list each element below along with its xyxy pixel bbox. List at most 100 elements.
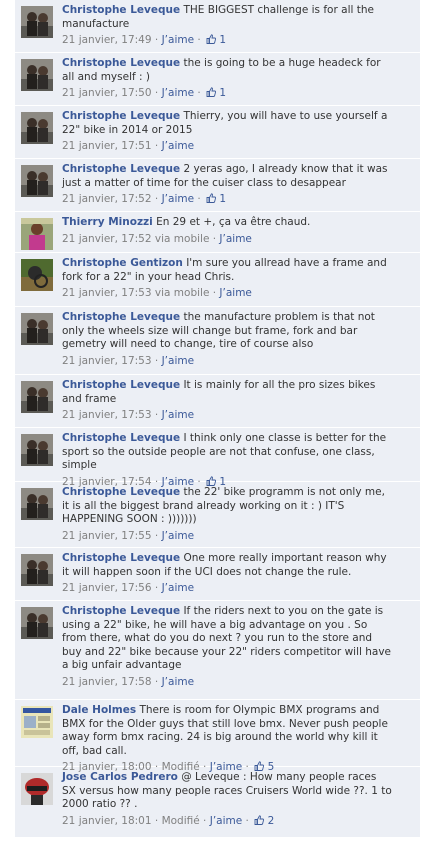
comment-author-link[interactable]: Christophe Leveque bbox=[62, 110, 180, 122]
dale-holmes-avatar[interactable] bbox=[21, 706, 53, 738]
like-link[interactable]: J’aime bbox=[162, 676, 194, 688]
comment-meta: 21 janvier, 17:51 · J’aime bbox=[62, 139, 392, 154]
comment: Christophe Leveque 2 yeras ago, I alread… bbox=[15, 159, 420, 212]
comment-author-link[interactable]: Christophe Leveque bbox=[62, 486, 180, 498]
like-link[interactable]: J’aime bbox=[162, 34, 194, 46]
comment-timestamp[interactable]: 21 janvier, 17:58 bbox=[62, 676, 152, 688]
comment-meta: 21 janvier, 17:52 · J’aime · 1 bbox=[62, 192, 392, 207]
christophe-leveque-avatar[interactable] bbox=[21, 434, 53, 466]
comment-author-link[interactable]: Christophe Leveque bbox=[62, 57, 180, 69]
like-link[interactable]: J’aime bbox=[162, 140, 194, 152]
likes-count: 1 bbox=[219, 34, 227, 46]
meta-separator: · bbox=[151, 409, 162, 421]
comment-meta: 21 janvier, 17:53 · J’aime bbox=[62, 354, 392, 369]
thumbs-up-icon bbox=[204, 87, 217, 99]
comment-body: Christophe Leveque the manufacture probl… bbox=[62, 311, 392, 369]
likes-count-link[interactable]: 1 bbox=[204, 193, 226, 205]
comment: Christophe Leveque the manufacture probl… bbox=[15, 307, 420, 375]
jose-carlos-pedrero-avatar[interactable] bbox=[21, 773, 53, 805]
comment-body: Christophe Leveque Thierry, you will hav… bbox=[62, 110, 392, 154]
comment: Christophe Leveque Thierry, you will hav… bbox=[15, 106, 420, 159]
comment-text: En 29 et +, ça va être chaud. bbox=[156, 216, 311, 228]
comment-author-link[interactable]: Christophe Leveque bbox=[62, 163, 180, 175]
like-link[interactable]: J’aime bbox=[219, 233, 251, 245]
christophe-leveque-avatar[interactable] bbox=[21, 112, 53, 144]
comment: Christophe Leveque It is mainly for all … bbox=[15, 375, 420, 428]
christophe-leveque-avatar[interactable] bbox=[21, 59, 53, 91]
comment-list: Christophe Leveque THE BIGGEST challenge… bbox=[15, 0, 420, 838]
comment-timestamp[interactable]: 21 janvier, 17:53 bbox=[62, 355, 152, 367]
meta-separator: · bbox=[209, 287, 220, 299]
meta-separator: · bbox=[194, 87, 205, 99]
meta-separator: · bbox=[151, 140, 162, 152]
likes-count-link[interactable]: 1 bbox=[204, 34, 226, 46]
thumbs-up-icon bbox=[204, 193, 217, 205]
comment-body: Christophe Leveque THE BIGGEST challenge… bbox=[62, 4, 392, 48]
comment-meta: 21 janvier, 17:49 · J’aime · 1 bbox=[62, 33, 392, 48]
christophe-leveque-avatar[interactable] bbox=[21, 554, 53, 586]
comment-body: Christophe Leveque If the riders next to… bbox=[62, 605, 392, 690]
likes-count: 2 bbox=[267, 814, 275, 827]
christophe-leveque-avatar[interactable] bbox=[21, 165, 53, 197]
comment: Dale Holmes There is room for Olympic BM… bbox=[15, 700, 420, 773]
comment: Christophe Gentizon I'm sure you allread… bbox=[15, 253, 420, 307]
like-link[interactable]: J’aime bbox=[162, 582, 194, 594]
comment-body: Dale Holmes There is room for Olympic BM… bbox=[62, 704, 392, 775]
comment: Jose Carlos Pedrero @ Leveque : How many… bbox=[15, 767, 420, 838]
like-link[interactable]: J’aime bbox=[162, 409, 194, 421]
likes-count-link[interactable]: 1 bbox=[204, 87, 226, 99]
comment: Christophe Leveque the 22' bike programm… bbox=[15, 482, 420, 548]
like-link[interactable]: J’aime bbox=[162, 193, 194, 205]
comment-author-link[interactable]: Christophe Leveque bbox=[62, 605, 180, 617]
meta-separator: · bbox=[151, 814, 162, 827]
comment-body: Christophe Leveque It is mainly for all … bbox=[62, 379, 392, 423]
likes-count-link[interactable]: 2 bbox=[252, 815, 274, 827]
meta-separator: · bbox=[151, 675, 162, 688]
like-link[interactable]: J’aime bbox=[219, 287, 251, 299]
christophe-gentizon-avatar[interactable] bbox=[21, 259, 53, 291]
comment-author-link[interactable]: Christophe Leveque bbox=[62, 552, 180, 564]
comment-author-link[interactable]: Christophe Leveque bbox=[62, 4, 180, 16]
meta-separator: · bbox=[151, 87, 162, 99]
comment-body: Jose Carlos Pedrero @ Leveque : How many… bbox=[62, 771, 392, 829]
like-link[interactable]: J’aime bbox=[162, 355, 194, 367]
comment-author-link[interactable]: Thierry Minozzi bbox=[62, 216, 153, 228]
comment-timestamp[interactable]: 21 janvier, 17:53 via mobile bbox=[62, 287, 209, 299]
thierry-minozzi-avatar[interactable] bbox=[21, 218, 53, 250]
comment-meta: 21 janvier, 17:52 via mobile · J’aime bbox=[62, 232, 392, 247]
comment-body: Christophe Leveque 2 yeras ago, I alread… bbox=[62, 163, 392, 207]
comment-timestamp[interactable]: 21 janvier, 17:53 bbox=[62, 409, 152, 421]
comment-author-link[interactable]: Jose Carlos Pedrero bbox=[62, 771, 178, 783]
comment-meta: 21 janvier, 17:55 · J’aime bbox=[62, 529, 392, 544]
comment-author-link[interactable]: Christophe Leveque bbox=[62, 311, 180, 323]
christophe-leveque-avatar[interactable] bbox=[21, 607, 53, 639]
comment-timestamp[interactable]: 21 janvier, 17:50 bbox=[62, 87, 152, 99]
comment-timestamp[interactable]: 21 janvier, 17:49 bbox=[62, 34, 152, 46]
like-link[interactable]: J’aime bbox=[162, 530, 194, 542]
comment-author-link[interactable]: Christophe Leveque bbox=[62, 379, 180, 391]
christophe-leveque-avatar[interactable] bbox=[21, 313, 53, 345]
comment: Christophe Leveque the is going to be a … bbox=[15, 53, 420, 106]
like-link[interactable]: J’aime bbox=[162, 87, 194, 99]
comment-timestamp[interactable]: 21 janvier, 18:01 bbox=[62, 815, 152, 827]
comment-body: Christophe Leveque I think only one clas… bbox=[62, 432, 392, 490]
meta-separator: · bbox=[151, 582, 162, 594]
comment-author-link[interactable]: Dale Holmes bbox=[62, 704, 136, 716]
comment-timestamp[interactable]: 21 janvier, 17:51 bbox=[62, 140, 152, 152]
comment-author-link[interactable]: Christophe Leveque bbox=[62, 432, 180, 444]
christophe-leveque-avatar[interactable] bbox=[21, 6, 53, 38]
comment-timestamp[interactable]: 21 janvier, 17:56 bbox=[62, 582, 152, 594]
comment-author-link[interactable]: Christophe Gentizon bbox=[62, 257, 183, 269]
comment-timestamp[interactable]: 21 janvier, 17:52 via mobile bbox=[62, 233, 209, 245]
comment-timestamp[interactable]: 21 janvier, 17:52 bbox=[62, 193, 152, 205]
christophe-leveque-avatar[interactable] bbox=[21, 488, 53, 520]
thumbs-up-icon bbox=[252, 814, 265, 827]
meta-separator: · bbox=[194, 34, 205, 46]
like-link[interactable]: J’aime bbox=[210, 815, 242, 827]
thumbs-up-icon bbox=[204, 34, 217, 46]
likes-count: 1 bbox=[219, 193, 227, 205]
comment-timestamp[interactable]: 21 janvier, 17:55 bbox=[62, 530, 152, 542]
christophe-leveque-avatar[interactable] bbox=[21, 381, 53, 413]
comment-body: Christophe Gentizon I'm sure you allread… bbox=[62, 257, 392, 301]
meta-separator: · bbox=[199, 814, 210, 827]
